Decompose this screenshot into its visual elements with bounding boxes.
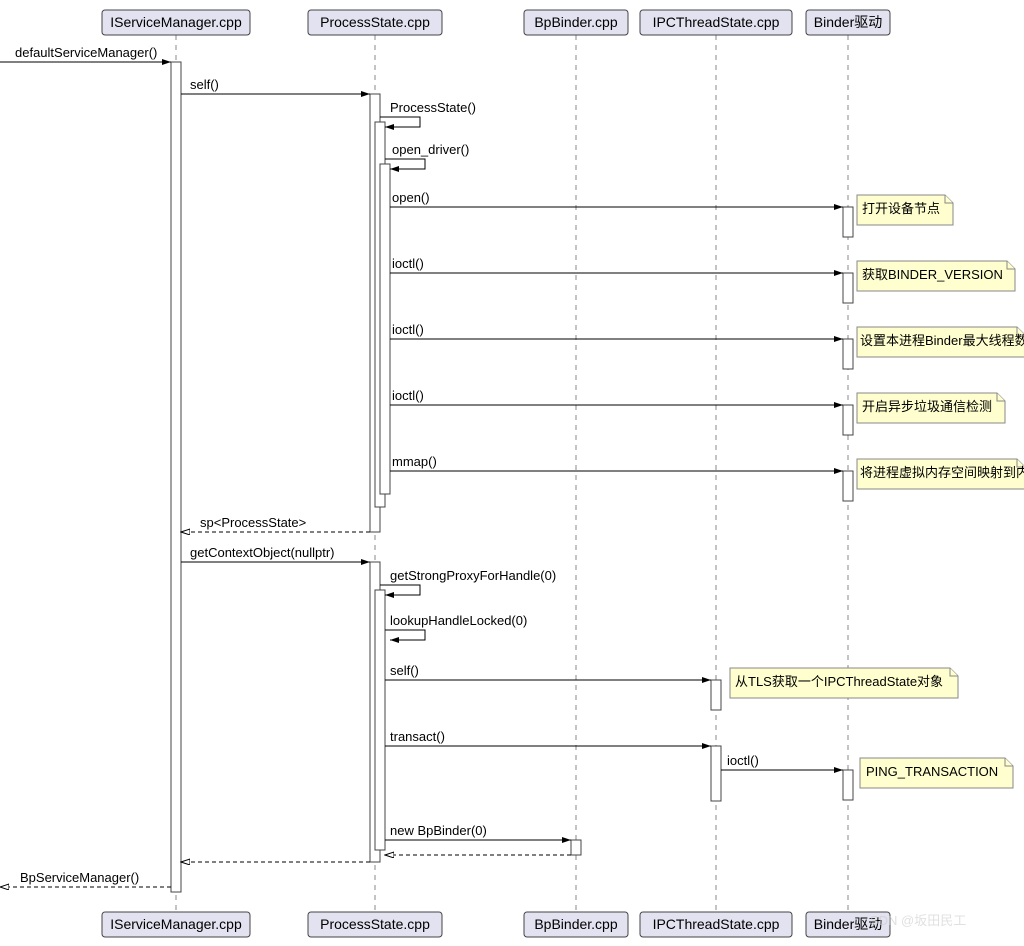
activation-bd-1: [843, 207, 853, 237]
msg-ioctl-3: ioctl(): [392, 388, 424, 403]
activation-its-2: [711, 746, 721, 801]
svg-text:获取BINDER_VERSION: 获取BINDER_VERSION: [862, 267, 1003, 282]
msg-default-service-manager: defaultServiceManager(): [15, 45, 157, 60]
svg-text:PING_TRANSACTION: PING_TRANSACTION: [866, 764, 998, 779]
activation-ps-5: [375, 590, 385, 850]
note-max-threads: 设置本进程Binder最大线程数: [857, 327, 1024, 357]
msg-open-driver: open_driver(): [392, 142, 469, 157]
participant-ps-bot: ProcessState.cpp: [308, 912, 442, 937]
msg-return-process-state: sp<ProcessState>: [200, 515, 306, 530]
msg-new-bpbinder: new BpBinder(0): [390, 823, 487, 838]
msg-lookup-handle: lookupHandleLocked(0): [390, 613, 527, 628]
svg-text:开启异步垃圾通信检测: 开启异步垃圾通信检测: [862, 399, 992, 414]
note-async-gc: 开启异步垃圾通信检测: [857, 393, 1005, 423]
activation-bd-4: [843, 405, 853, 435]
svg-text:将进程虚拟内存空间映射到内: 将进程虚拟内存空间映射到内: [860, 465, 1024, 480]
msg-transact: transact(): [390, 729, 445, 744]
activation-bd-5: [843, 471, 853, 501]
participant-bd-top: Binder驱动: [806, 10, 890, 35]
msg-ioctl-4: ioctl(): [727, 753, 759, 768]
svg-text:IServiceManager.cpp: IServiceManager.cpp: [110, 916, 242, 932]
svg-text:Binder驱动: Binder驱动: [814, 14, 882, 30]
svg-text:ProcessState.cpp: ProcessState.cpp: [320, 916, 430, 932]
note-binder-version: 获取BINDER_VERSION: [857, 261, 1015, 291]
svg-text:BpBinder.cpp: BpBinder.cpp: [534, 916, 617, 932]
activation-bd-6: [843, 770, 853, 800]
msg-process-state: ProcessState(): [390, 100, 476, 115]
note-open: 打开设备节点: [857, 195, 953, 225]
msg-bp-service-manager: BpServiceManager(): [20, 870, 139, 885]
svg-text:IServiceManager.cpp: IServiceManager.cpp: [110, 14, 242, 30]
msg-its-self: self(): [390, 663, 419, 678]
participant-ism-bot: IServiceManager.cpp: [102, 912, 250, 937]
msg-mmap: mmap(): [392, 454, 437, 469]
svg-text:设置本进程Binder最大线程数: 设置本进程Binder最大线程数: [860, 333, 1024, 348]
watermark: SDN @坂田民工: [870, 913, 966, 928]
svg-text:IPCThreadState.cpp: IPCThreadState.cpp: [653, 916, 780, 932]
note-tls: 从TLS获取一个IPCThreadState对象: [730, 668, 958, 698]
activation-its-1: [711, 680, 721, 710]
msg-get-strong-proxy: getStrongProxyForHandle(0): [390, 568, 556, 583]
msg-open: open(): [392, 190, 430, 205]
svg-text:ProcessState.cpp: ProcessState.cpp: [320, 14, 430, 30]
participant-bpb-top: BpBinder.cpp: [524, 10, 628, 35]
sequence-diagram: defaultServiceManager() self() ProcessSt…: [0, 0, 1024, 946]
svg-text:从TLS获取一个IPCThreadState对象: 从TLS获取一个IPCThreadState对象: [735, 674, 943, 689]
note-ping: PING_TRANSACTION: [860, 758, 1013, 788]
svg-text:打开设备节点: 打开设备节点: [862, 201, 940, 216]
activation-ism: [171, 62, 181, 892]
msg-ioctl-2: ioctl(): [392, 322, 424, 337]
note-mmap: 将进程虚拟内存空间映射到内: [857, 459, 1024, 489]
participant-ps-top: ProcessState.cpp: [308, 10, 442, 35]
participant-bpb-bot: BpBinder.cpp: [524, 912, 628, 937]
activation-bpb: [571, 840, 581, 855]
participant-ism-top: IServiceManager.cpp: [102, 10, 250, 35]
msg-self: self(): [190, 77, 219, 92]
msg-ioctl-1: ioctl(): [392, 256, 424, 271]
svg-text:BpBinder.cpp: BpBinder.cpp: [534, 14, 617, 30]
participant-its-top: IPCThreadState.cpp: [640, 10, 792, 35]
activation-ps-3: [380, 164, 390, 494]
participant-its-bot: IPCThreadState.cpp: [640, 912, 792, 937]
msg-get-context-object: getContextObject(nullptr): [190, 545, 335, 560]
activation-bd-3: [843, 339, 853, 369]
activation-bd-2: [843, 273, 853, 303]
svg-text:IPCThreadState.cpp: IPCThreadState.cpp: [653, 14, 780, 30]
